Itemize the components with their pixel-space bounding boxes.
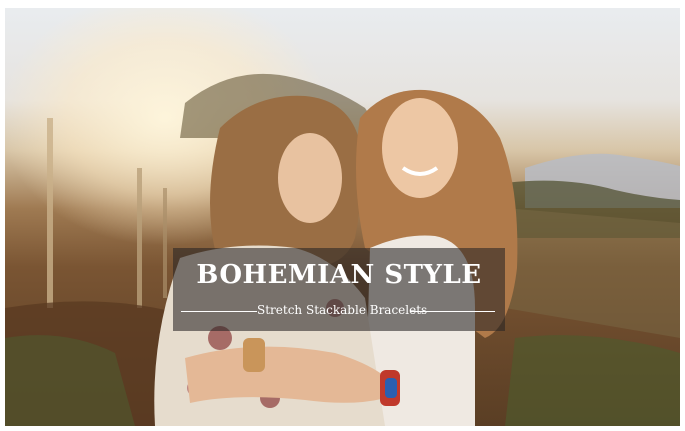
title-banner: BOHEMIAN STYLE Stretch Stackable Bracele… <box>173 248 505 331</box>
bracelet-stack-beaded <box>385 378 397 398</box>
divider-line-right <box>411 311 495 312</box>
banner-subtitle: Stretch Stackable Bracelets <box>257 303 428 317</box>
banner-title: BOHEMIAN STYLE <box>196 260 482 290</box>
right-grass <box>505 335 680 426</box>
bracelet-stack <box>243 338 265 372</box>
image-frame: BOHEMIAN STYLE Stretch Stackable Bracele… <box>0 0 685 431</box>
photo-scene <box>5 73 680 426</box>
product-photo: BOHEMIAN STYLE Stretch Stackable Bracele… <box>5 8 680 426</box>
woman-left-face <box>278 133 342 223</box>
woman-right-face <box>382 98 458 198</box>
vine-post <box>163 188 167 298</box>
vine-post <box>47 118 53 308</box>
vine-rows <box>505 208 680 338</box>
vine-post <box>137 168 142 308</box>
divider-line-left <box>181 311 257 312</box>
